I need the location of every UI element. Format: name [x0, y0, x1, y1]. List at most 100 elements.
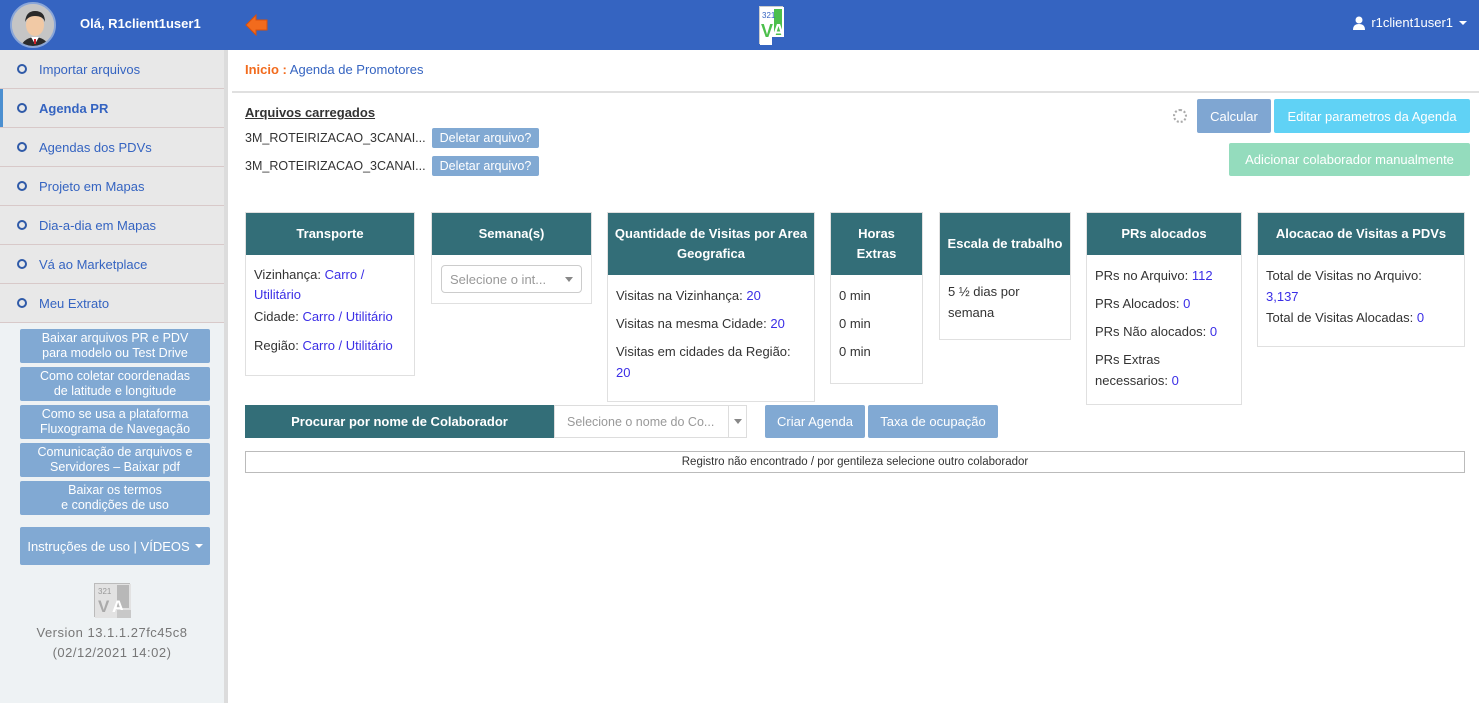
value: 0: [1171, 373, 1179, 388]
taxa-ocupacao-button[interactable]: Taxa de ocupação: [868, 405, 998, 438]
label: Total de Visitas Alocadas:: [1266, 310, 1414, 325]
alocacao-card: Alocacao de Visitas a PDVs Total de Visi…: [1257, 212, 1465, 347]
sidebar: Importar arquivos Agenda PR Agendas dos …: [0, 50, 228, 703]
value: 0: [1209, 324, 1218, 339]
add-collaborator-button[interactable]: Adicionar colaborador manualmente: [1229, 143, 1470, 176]
sidebar-item-dia-a-dia-em-mapas[interactable]: Dia-a-dia em Mapas: [0, 206, 224, 245]
sidebar-item-projeto-em-mapas[interactable]: Projeto em Mapas: [0, 167, 224, 206]
horas-value: 0 min: [839, 344, 871, 359]
label: Região:: [254, 338, 299, 353]
button-line: e condições de uso: [61, 498, 169, 512]
value: 112: [1191, 268, 1213, 283]
loading-spinner-icon: [1173, 109, 1187, 123]
logo-icon: 321 V A: [760, 7, 785, 45]
criar-agenda-button[interactable]: Criar Agenda: [765, 405, 865, 438]
logo: 321 V A: [759, 6, 785, 45]
escala-value: 5 ½ dias por semana: [948, 284, 1020, 320]
greeting-text: Olá, R1client1user1: [80, 16, 201, 31]
collaborator-select-placeholder: Selecione o nome do Co...: [567, 414, 715, 429]
top-bar: Olá, R1client1user1 321 V A r1client1use…: [0, 0, 1479, 50]
edit-parameters-button[interactable]: Editar parametros da Agenda: [1274, 99, 1470, 133]
breadcrumb-home[interactable]: Inicio :: [245, 62, 287, 77]
label: PRs Não alocados:: [1095, 324, 1207, 339]
horas-extras-card: Horas Extras 0 min 0 min 0 min: [830, 212, 923, 384]
sidebar-item-agenda-pr[interactable]: Agenda PR: [0, 89, 224, 128]
circle-icon: [17, 259, 27, 269]
horas-value: 0 min: [839, 288, 871, 303]
button-line: Fluxograma de Navegação: [39, 422, 191, 436]
breadcrumb-current: Agenda de Promotores: [289, 62, 424, 77]
sidebar-item-label: Agendas dos PDVs: [39, 139, 152, 155]
card-title: Quantidade de Visitas por Area Geografic…: [608, 213, 814, 275]
chevron-down-icon: [194, 544, 203, 548]
sidebar-item-agendas-dos-pdvs[interactable]: Agendas dos PDVs: [0, 128, 224, 167]
avatar-icon: [12, 4, 54, 46]
file-name: 3M_ROTEIRIZACAO_3CANAI...: [245, 131, 426, 145]
semanas-card: Semana(s) Selecione o int...: [431, 212, 592, 304]
card-title: PRs alocados: [1087, 213, 1241, 255]
file-communication-button[interactable]: Comunicação de arquivos e Servidores – B…: [20, 443, 210, 477]
platform-guide-button[interactable]: Como se usa a plataforma Fluxograma de N…: [20, 405, 210, 439]
label: Vizinhança:: [254, 267, 321, 282]
delete-file-button[interactable]: Deletar arquivo?: [431, 128, 540, 148]
weeks-select[interactable]: Selecione o int...: [441, 265, 582, 293]
circle-icon: [17, 298, 27, 308]
svg-text:V: V: [98, 597, 110, 616]
sidebar-item-importar-arquivos[interactable]: Importar arquivos: [0, 50, 224, 89]
chevron-down-icon: [1459, 20, 1467, 25]
button-line: de latitude e longitude: [53, 384, 177, 398]
value: 20: [770, 316, 785, 331]
delete-file-button[interactable]: Deletar arquivo?: [431, 156, 540, 176]
coordinates-guide-button[interactable]: Como coletar coordenadas de latitude e l…: [20, 367, 210, 401]
card-title: Alocacao de Visitas a PDVs: [1258, 213, 1464, 255]
value: Carro / Utilitário: [302, 309, 393, 324]
value: 20: [616, 365, 631, 380]
user-menu-label: r1client1user1: [1371, 15, 1453, 30]
value: 0: [1183, 296, 1191, 311]
total-visitas-row: Total de Visitas no Arquivo: 3,137: [1266, 265, 1456, 307]
sidebar-item-label: Vá ao Marketplace: [39, 256, 148, 272]
prs-nao-alocados-row: PRs Não alocados: 0: [1095, 321, 1233, 342]
sidebar-item-label: Dia-a-dia em Mapas: [39, 217, 157, 233]
circle-icon: [17, 64, 27, 74]
sidebar-item-marketplace[interactable]: Vá ao Marketplace: [0, 245, 224, 284]
dropdown-arrow-icon: [728, 406, 746, 437]
button-line: Servidores – Baixar pdf: [50, 460, 180, 474]
terms-button[interactable]: Baixar os termos e condições de uso: [20, 481, 210, 515]
download-templates-button[interactable]: Baixar arquivos PR e PDV para modelo ou …: [20, 329, 210, 363]
label: Visitas em cidades da Região:: [616, 344, 791, 359]
button-line: Comunicação de arquivos e: [37, 445, 193, 459]
card-title: Escala de trabalho: [940, 213, 1070, 275]
user-icon: [1353, 16, 1366, 30]
collaborator-select[interactable]: Selecione o nome do Co...: [554, 405, 747, 438]
escala-card: Escala de trabalho 5 ½ dias por semana: [939, 212, 1071, 340]
sidebar-item-meu-extrato[interactable]: Meu Extrato: [0, 284, 224, 323]
button-line: Baixar arquivos PR e PDV: [41, 331, 189, 345]
back-arrow-icon[interactable]: [245, 14, 269, 36]
avatar[interactable]: [10, 2, 56, 48]
card-title: Transporte: [246, 213, 414, 255]
videos-dropdown-button[interactable]: Instruções de uso | VÍDEOS: [20, 527, 210, 565]
calcular-button[interactable]: Calcular: [1197, 99, 1271, 133]
button-line: para modelo ou Test Drive: [42, 346, 188, 360]
dropdown-arrow-icon: [565, 276, 573, 282]
visitas-alocadas-row: Total de Visitas Alocadas: 0: [1266, 307, 1456, 328]
prs-alocados-row: PRs Alocados: 0: [1095, 293, 1233, 314]
collaborator-search: Procurar por nome de Colaborador Selecio…: [245, 405, 998, 438]
label: PRs Alocados:: [1095, 296, 1180, 311]
search-label: Procurar por nome de Colaborador: [245, 405, 554, 438]
user-menu[interactable]: r1client1user1: [1353, 15, 1467, 30]
version-text: Version 13.1.1.27fc45c8: [36, 625, 188, 640]
uploaded-files-title: Arquivos carregados: [245, 105, 376, 120]
button-line: Como se usa a plataforma: [41, 407, 189, 421]
svg-text:321: 321: [98, 587, 112, 596]
value: Carro / Utilitário: [302, 338, 393, 353]
videos-label: Instruções de uso | VÍDEOS: [27, 538, 190, 554]
card-title: Horas Extras: [831, 213, 922, 275]
circle-icon: [17, 181, 27, 191]
prs-arquivo-row: PRs no Arquivo: 112: [1095, 265, 1233, 286]
value: 3,137: [1266, 289, 1299, 304]
file-row: 3M_ROTEIRIZACAO_3CANAI... Deletar arquiv…: [245, 154, 540, 178]
regiao-row: Região: Carro / Utilitário: [254, 336, 406, 356]
circle-icon: [17, 142, 27, 152]
